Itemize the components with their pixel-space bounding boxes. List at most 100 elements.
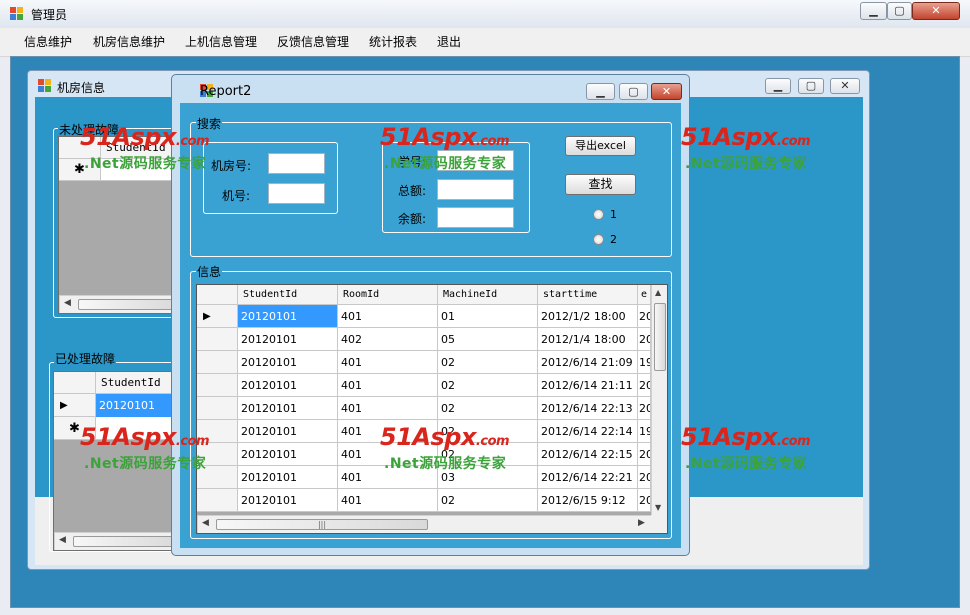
cell-roomid[interactable]: 401 <box>338 466 438 489</box>
cell-starttime[interactable]: 2012/1/2 18:00 <box>538 305 638 328</box>
cell-e[interactable]: 19 <box>638 420 651 443</box>
balance-input[interactable] <box>437 207 514 228</box>
radio-option-1[interactable] <box>593 209 604 220</box>
cell-machineid[interactable]: 02 <box>438 374 538 397</box>
cell-e[interactable]: 20 <box>638 328 651 351</box>
cell-roomid[interactable]: 401 <box>338 489 438 512</box>
column-header-e[interactable]: e <box>638 285 651 305</box>
search-button[interactable]: 查找 <box>565 174 636 195</box>
cell-e[interactable]: 20 <box>638 374 651 397</box>
menu-room-info-maintain[interactable]: 机房信息维护 <box>93 28 165 56</box>
report-close-icon[interactable]: ✕ <box>651 83 682 100</box>
cell-starttime[interactable]: 2012/6/14 22:15 <box>538 443 638 466</box>
total-input[interactable] <box>437 179 514 200</box>
report-minimize-icon[interactable]: ▁ <box>586 83 615 100</box>
cell-studentid[interactable]: 20120101 <box>238 466 338 489</box>
row-header[interactable] <box>197 443 238 466</box>
column-header-studentid[interactable]: StudentId <box>96 372 182 394</box>
cell-e[interactable]: 20 <box>638 489 651 512</box>
handled-fault-grid[interactable]: StudentId ▶ 20120101 ✱ ◀ <box>53 371 183 551</box>
row-header[interactable] <box>197 489 238 512</box>
cell-studentid[interactable]: 20120101 <box>238 328 338 351</box>
cell-machineid[interactable]: 02 <box>438 420 538 443</box>
horizontal-scrollbar[interactable]: ◀ ||| ▶ <box>197 515 651 533</box>
cell-machineid[interactable]: 02 <box>438 351 538 374</box>
radio-option-2[interactable] <box>593 234 604 245</box>
table-cell-selected[interactable]: 20120101 <box>96 394 182 417</box>
scroll-right-icon[interactable]: ▶ <box>638 518 645 528</box>
cell-roomid[interactable]: 402 <box>338 328 438 351</box>
cell-roomid[interactable]: 401 <box>338 420 438 443</box>
current-row-arrow-icon[interactable]: ▶ <box>197 305 238 328</box>
cell-e[interactable]: 19 <box>638 351 651 374</box>
cell-studentid[interactable]: 20120101 <box>238 397 338 420</box>
menu-feedback-manage[interactable]: 反馈信息管理 <box>277 28 349 56</box>
menu-exit[interactable]: 退出 <box>437 28 461 56</box>
cell-machineid[interactable]: 05 <box>438 328 538 351</box>
column-header-starttime[interactable]: starttime <box>538 285 638 305</box>
cell-roomid[interactable]: 401 <box>338 351 438 374</box>
cell-machineid[interactable]: 02 <box>438 489 538 512</box>
cell-starttime[interactable]: 2012/6/14 21:09 <box>538 351 638 374</box>
maximize-icon[interactable]: ▢ <box>887 2 912 20</box>
room-minimize-icon[interactable]: ▁ <box>765 78 791 94</box>
minimize-icon[interactable]: ▁ <box>860 2 887 20</box>
column-header-machineid[interactable]: MachineId <box>438 285 538 305</box>
cell-roomid[interactable]: 401 <box>338 397 438 420</box>
vertical-scroll-thumb[interactable] <box>654 303 666 371</box>
column-header-roomid[interactable]: RoomId <box>338 285 438 305</box>
unhandled-fault-grid[interactable]: StudentId ✱ ◀ <box>58 136 183 314</box>
menu-computer-use-manage[interactable]: 上机信息管理 <box>185 28 257 56</box>
column-header-studentid[interactable]: StudentId <box>238 285 338 305</box>
scroll-thumb[interactable] <box>78 299 178 310</box>
row-header[interactable] <box>197 397 238 420</box>
export-excel-button[interactable]: 导出excel <box>565 136 636 156</box>
scroll-left-icon[interactable]: ◀ <box>64 298 71 308</box>
cell-machineid[interactable]: 02 <box>438 397 538 420</box>
row-header[interactable] <box>197 328 238 351</box>
student-no-input[interactable] <box>437 150 514 171</box>
cell-machineid[interactable]: 02 <box>438 443 538 466</box>
machine-no-input[interactable] <box>268 183 325 204</box>
cell-e[interactable]: 20 <box>638 443 651 466</box>
info-data-grid[interactable]: StudentId RoomId MachineId starttime e ▶… <box>196 284 668 534</box>
row-header[interactable] <box>197 351 238 374</box>
cell-starttime[interactable]: 2012/6/15 9:12 <box>538 489 638 512</box>
cell-starttime[interactable]: 2012/6/14 22:13 <box>538 397 638 420</box>
room-no-input[interactable] <box>268 153 325 174</box>
cell-machineid[interactable]: 03 <box>438 466 538 489</box>
scroll-up-icon[interactable]: ▲ <box>655 288 661 297</box>
horizontal-scroll-thumb[interactable]: ||| <box>216 519 428 530</box>
horizontal-scrollbar[interactable]: ◀ <box>54 532 182 550</box>
cell-machineid[interactable]: 01 <box>438 305 538 328</box>
cell-starttime[interactable]: 2012/6/14 22:14 <box>538 420 638 443</box>
row-header[interactable] <box>197 420 238 443</box>
row-header[interactable] <box>197 466 238 489</box>
cell-studentid[interactable]: 20120101 <box>238 420 338 443</box>
vertical-scrollbar[interactable]: ▲ ▼ <box>651 285 667 515</box>
row-header[interactable] <box>197 374 238 397</box>
cell-starttime[interactable]: 2012/6/14 21:11 <box>538 374 638 397</box>
cell-starttime[interactable]: 2012/1/4 18:00 <box>538 328 638 351</box>
cell-starttime[interactable]: 2012/6/14 22:21 <box>538 466 638 489</box>
cell-roomid[interactable]: 401 <box>338 305 438 328</box>
cell-roomid[interactable]: 401 <box>338 443 438 466</box>
cell-e[interactable]: 20 <box>638 305 651 328</box>
cell-studentid[interactable]: 20120101 <box>238 443 338 466</box>
cell-e[interactable]: 20 <box>638 466 651 489</box>
scroll-down-icon[interactable]: ▼ <box>655 503 661 512</box>
menu-statistics-report[interactable]: 统计报表 <box>369 28 417 56</box>
cell-studentid[interactable]: 20120101 <box>238 489 338 512</box>
menu-info-maintain[interactable]: 信息维护 <box>24 28 72 56</box>
close-icon[interactable]: ✕ <box>912 2 960 20</box>
cell-e[interactable]: 20 <box>638 397 651 420</box>
room-close-icon[interactable]: ✕ <box>830 78 860 94</box>
horizontal-scrollbar[interactable]: ◀ <box>59 295 182 313</box>
scroll-left-icon[interactable]: ◀ <box>202 518 209 528</box>
report-maximize-icon[interactable]: ▢ <box>619 83 648 100</box>
scroll-thumb[interactable] <box>73 536 178 547</box>
cell-studentid[interactable]: 20120101 <box>238 374 338 397</box>
new-row-cell[interactable] <box>96 417 182 440</box>
cell-studentid[interactable]: 20120101 <box>238 305 338 328</box>
cell-roomid[interactable]: 401 <box>338 374 438 397</box>
